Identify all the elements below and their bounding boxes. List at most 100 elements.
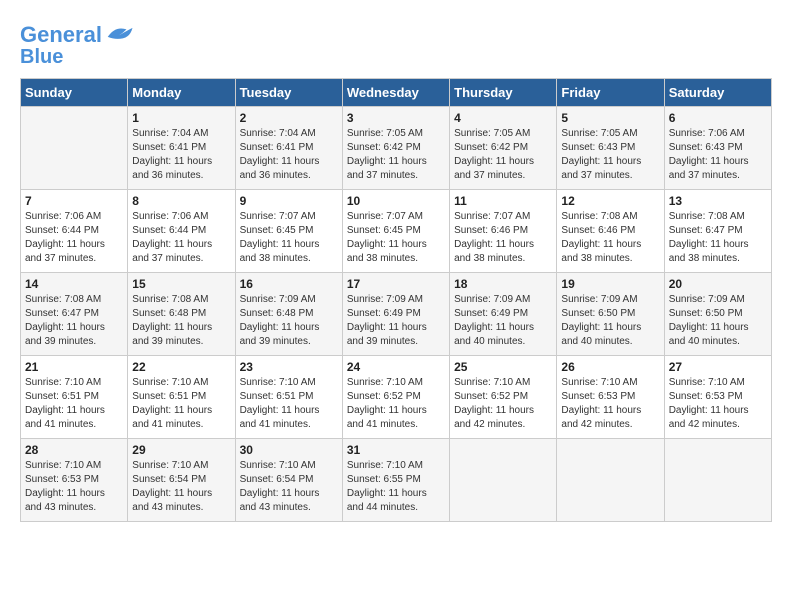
sunrise-text: Sunrise: 7:07 AM (347, 211, 423, 222)
daylight-text: Daylight: 11 hours and 40 minutes. (454, 322, 534, 347)
calendar-cell: 2 Sunrise: 7:04 AMSunset: 6:41 PMDaylight… (235, 107, 342, 190)
calendar-cell: 16Sunrise: 7:09 AMSunset: 6:48 PMDayligh… (235, 273, 342, 356)
sunset-text: Sunset: 6:44 PM (132, 225, 206, 236)
sunrise-text: Sunrise: 7:10 AM (669, 377, 745, 388)
daylight-text: Daylight: 11 hours and 42 minutes. (561, 405, 641, 430)
calendar-cell: 6Sunrise: 7:06 AMSunset: 6:43 PMDaylight… (664, 107, 771, 190)
daylight-text: Daylight: 11 hours and 39 minutes. (132, 322, 212, 347)
daylight-text: Daylight: 11 hours and 37 minutes. (669, 156, 749, 181)
calendar-cell: 20Sunrise: 7:09 AMSunset: 6:50 PMDayligh… (664, 273, 771, 356)
calendar-cell (21, 107, 128, 190)
calendar-cell: 26Sunrise: 7:10 AMSunset: 6:53 PMDayligh… (557, 356, 664, 439)
daylight-text: Daylight: 11 hours and 39 minutes. (240, 322, 320, 347)
day-number: 25 (454, 360, 552, 374)
calendar-cell: 15Sunrise: 7:08 AMSunset: 6:48 PMDayligh… (128, 273, 235, 356)
cell-content: Sunrise: 7:04 AMSunset: 6:41 PMDaylight:… (132, 127, 230, 183)
calendar-cell: 3 Sunrise: 7:05 AMSunset: 6:42 PMDaylight… (342, 107, 449, 190)
calendar-cell: 21 Sunrise: 7:10 AMSunset: 6:51 PMDayligh… (21, 356, 128, 439)
day-number: 4 (454, 111, 552, 125)
daylight-text: Daylight: 11 hours and 42 minutes. (669, 405, 749, 430)
sunset-text: Sunset: 6:46 PM (561, 225, 635, 236)
daylight-text: Daylight: 11 hours and 44 minutes. (347, 488, 427, 513)
sunrise-text: Sunrise: 7:09 AM (347, 294, 423, 305)
cell-content: Sunrise: 7:09 AMSunset: 6:48 PMDaylight:… (240, 293, 338, 349)
day-number: 30 (240, 443, 338, 457)
cell-content: Sunrise: 7:08 AMSunset: 6:47 PMDaylight:… (25, 293, 123, 349)
day-number: 13 (669, 194, 767, 208)
day-number: 5 (561, 111, 659, 125)
daylight-text: Daylight: 11 hours and 41 minutes. (132, 405, 212, 430)
cell-content: Sunrise: 7:10 AMSunset: 6:53 PMDaylight:… (25, 459, 123, 515)
daylight-text: Daylight: 11 hours and 43 minutes. (132, 488, 212, 513)
sunset-text: Sunset: 6:52 PM (454, 391, 528, 402)
day-number: 21 (25, 360, 123, 374)
daylight-text: Daylight: 11 hours and 42 minutes. (454, 405, 534, 430)
day-number: 20 (669, 277, 767, 291)
sunrise-text: Sunrise: 7:10 AM (454, 377, 530, 388)
day-number: 31 (347, 443, 445, 457)
sunrise-text: Sunrise: 7:10 AM (240, 460, 316, 471)
daylight-text: Daylight: 11 hours and 41 minutes. (347, 405, 427, 430)
cell-content: Sunrise: 7:06 AMSunset: 6:44 PMDaylight:… (132, 210, 230, 266)
sunrise-text: Sunrise: 7:08 AM (132, 294, 208, 305)
day-number: 29 (132, 443, 230, 457)
logo-text: General (20, 23, 102, 47)
day-number: 9 (240, 194, 338, 208)
daylight-text: Daylight: 11 hours and 37 minutes. (454, 156, 534, 181)
cell-content: Sunrise: 7:05 AMSunset: 6:42 PMDaylight:… (347, 127, 445, 183)
sunset-text: Sunset: 6:42 PM (454, 142, 528, 153)
day-number: 15 (132, 277, 230, 291)
sunrise-text: Sunrise: 7:10 AM (347, 460, 423, 471)
sunrise-text: Sunrise: 7:10 AM (132, 377, 208, 388)
header-cell-friday: Friday (557, 79, 664, 107)
daylight-text: Daylight: 11 hours and 38 minutes. (240, 239, 320, 264)
cell-content: Sunrise: 7:10 AMSunset: 6:51 PMDaylight:… (25, 376, 123, 432)
sunrise-text: Sunrise: 7:06 AM (132, 211, 208, 222)
calendar-cell: 1Sunrise: 7:04 AMSunset: 6:41 PMDaylight… (128, 107, 235, 190)
header-cell-thursday: Thursday (450, 79, 557, 107)
sunrise-text: Sunrise: 7:05 AM (454, 128, 530, 139)
sunset-text: Sunset: 6:45 PM (240, 225, 314, 236)
day-number: 28 (25, 443, 123, 457)
day-number: 3 (347, 111, 445, 125)
calendar-cell: 22Sunrise: 7:10 AMSunset: 6:51 PMDayligh… (128, 356, 235, 439)
sunrise-text: Sunrise: 7:09 AM (561, 294, 637, 305)
calendar-cell: 23Sunrise: 7:10 AMSunset: 6:51 PMDayligh… (235, 356, 342, 439)
calendar-cell: 9 Sunrise: 7:07 AM Sunset: 6:45 PM Daylight… (235, 190, 342, 273)
day-number: 2 (240, 111, 338, 125)
daylight-text: Daylight: 11 hours and 37 minutes. (25, 239, 105, 264)
day-number: 19 (561, 277, 659, 291)
sunrise-text: Sunrise: 7:10 AM (240, 377, 316, 388)
cell-content: Sunrise: 7:07 AMSunset: 6:46 PMDaylight:… (454, 210, 552, 266)
logo: General Blue (20, 20, 134, 68)
day-number: 7 (25, 194, 123, 208)
sunrise-text: Sunrise: 7:10 AM (25, 460, 101, 471)
cell-content: Sunrise: 7:07 AMSunset: 6:45 PMDaylight:… (347, 210, 445, 266)
sunrise-text: Sunrise: 7:05 AM (561, 128, 637, 139)
cell-content: Sunrise: 7:09 AMSunset: 6:49 PMDaylight:… (347, 293, 445, 349)
daylight-text: Daylight: 11 hours and 43 minutes. (240, 488, 320, 513)
calendar-week-row: 14Sunrise: 7:08 AMSunset: 6:47 PMDayligh… (21, 273, 772, 356)
header: General Blue (20, 20, 772, 68)
sunset-text: Sunset: 6:47 PM (25, 308, 99, 319)
daylight-text: Daylight: 11 hours and 41 minutes. (240, 405, 320, 430)
cell-content: Sunrise: 7:08 AMSunset: 6:46 PMDaylight:… (561, 210, 659, 266)
day-number: 14 (25, 277, 123, 291)
daylight-text: Daylight: 11 hours and 36 minutes. (240, 156, 320, 181)
cell-content: Sunrise: 7:06 AMSunset: 6:44 PMDaylight:… (25, 210, 123, 266)
calendar-cell (450, 439, 557, 522)
daylight-text: Daylight: 11 hours and 37 minutes. (347, 156, 427, 181)
calendar-cell: 13 Sunrise: 7:08 AMSunset: 6:47 PMDayligh… (664, 190, 771, 273)
calendar-cell: 5Sunrise: 7:05 AMSunset: 6:43 PMDaylight… (557, 107, 664, 190)
sunset-text: Sunset: 6:47 PM (669, 225, 743, 236)
sunrise-text: Sunrise: 7:10 AM (25, 377, 101, 388)
daylight-text: Daylight: 11 hours and 38 minutes. (561, 239, 641, 264)
cell-content: Sunrise: 7:08 AMSunset: 6:47 PMDaylight:… (669, 210, 767, 266)
calendar-table: SundayMondayTuesdayWednesdayThursdayFrid… (20, 78, 772, 522)
cell-content: Sunrise: 7:04 AMSunset: 6:41 PMDaylight:… (240, 127, 338, 183)
calendar-cell: 30Sunrise: 7:10 AMSunset: 6:54 PMDayligh… (235, 439, 342, 522)
cell-content: Sunrise: 7:10 AM Sunset: 6:52 PM Daylight:… (454, 376, 552, 432)
cell-content: Sunrise: 7:10 AMSunset: 6:51 PMDaylight:… (240, 376, 338, 432)
calendar-cell: 17Sunrise: 7:09 AMSunset: 6:49 PMDayligh… (342, 273, 449, 356)
sunrise-text: Sunrise: 7:07 AM (240, 211, 316, 222)
